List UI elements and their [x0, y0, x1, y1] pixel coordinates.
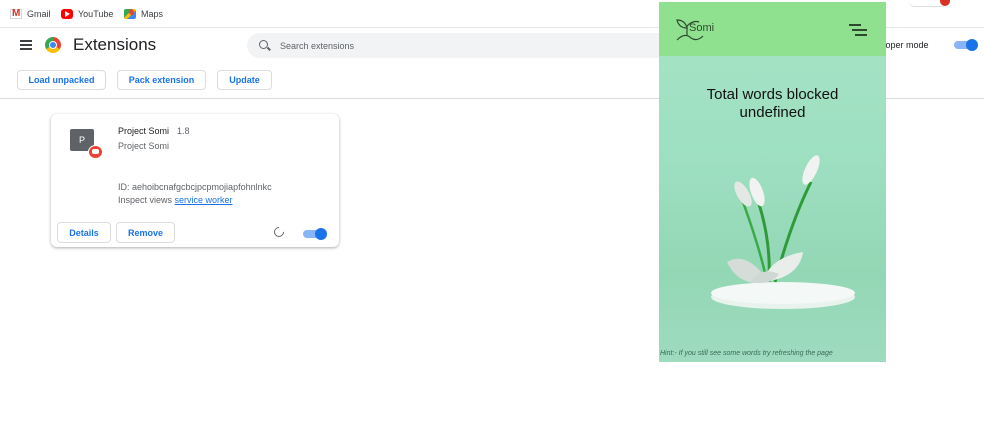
bookmark-gmail[interactable]: Gmail	[10, 7, 51, 21]
search-placeholder: Search extensions	[280, 41, 355, 51]
bookmark-label: YouTube	[78, 9, 114, 19]
extension-name: Project Somi	[118, 126, 170, 136]
popup-hint: Hint:- If you still see some words try r…	[660, 350, 833, 357]
pack-extension-button[interactable]: Pack extension	[117, 70, 206, 90]
words-blocked-value: undefined	[739, 104, 806, 121]
extension-description: Project Somi	[118, 141, 170, 151]
extension-version: 1.8	[177, 126, 190, 136]
chrome-logo-icon	[45, 37, 61, 53]
service-worker-link[interactable]: service worker	[175, 195, 233, 205]
bookmark-maps[interactable]: Maps	[124, 7, 163, 21]
bookmark-label: Maps	[141, 9, 164, 19]
reload-icon[interactable]	[271, 224, 287, 240]
extension-card: P Project Somi 1.8 Project Somi ID: aeho…	[51, 114, 339, 247]
bookmark-label: Gmail	[27, 9, 51, 19]
search-icon	[259, 40, 268, 49]
words-blocked-label: Total words blocked	[706, 86, 839, 103]
inspect-views: Inspect views service worker	[118, 195, 233, 205]
youtube-icon	[61, 9, 73, 19]
details-button[interactable]: Details	[57, 222, 111, 243]
load-unpacked-button[interactable]: Load unpacked	[17, 70, 106, 90]
somi-popup: Somi Total words blocked undefined Hint:…	[659, 2, 886, 362]
extension-enable-toggle[interactable]	[303, 228, 327, 240]
gmail-icon	[10, 8, 22, 19]
profile-avatar[interactable]	[940, 0, 950, 6]
popup-header: Somi	[659, 2, 886, 56]
video-badge-icon	[88, 145, 103, 159]
search-input[interactable]: Search extensions	[247, 33, 687, 58]
hamburger-menu-icon[interactable]	[20, 40, 32, 50]
maps-icon	[124, 9, 136, 19]
popup-logo-text: Somi	[689, 22, 715, 34]
extension-id: ID: aehoibcnafgcbcjpcpmojiapfohnlnkc	[118, 182, 272, 192]
bookmark-youtube[interactable]: YouTube	[61, 7, 113, 21]
inspect-views-label: Inspect views	[118, 195, 173, 205]
update-button[interactable]: Update	[217, 70, 272, 90]
page-title: Extensions	[73, 35, 157, 54]
remove-button[interactable]: Remove	[116, 222, 175, 243]
developer-mode-toggle[interactable]	[954, 39, 978, 51]
popup-menu-icon[interactable]	[849, 22, 867, 36]
tulip-illustration	[711, 155, 855, 309]
